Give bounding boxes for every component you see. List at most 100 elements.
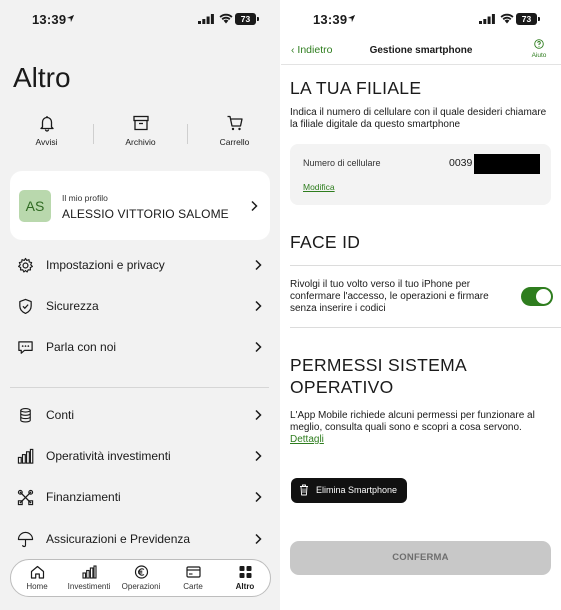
- menu-item-label: Impostazioni e privacy: [46, 258, 165, 272]
- status-time: 13:39: [32, 12, 67, 27]
- branch-text: Indica il numero di cellulare con il qua…: [290, 107, 547, 130]
- menu-item-impostazioni[interactable]: Impostazioni e privacy: [0, 250, 280, 280]
- menu-item-parla-con-noi[interactable]: Parla con noi: [0, 332, 280, 362]
- edit-link[interactable]: Modifica: [303, 182, 335, 192]
- battery-indicator: 73: [235, 13, 256, 25]
- phone-label: Numero di cellulare: [303, 158, 381, 168]
- face-id-title: FACE ID: [290, 232, 361, 252]
- help-button[interactable]: Aiuto: [529, 39, 549, 59]
- nav-title: Gestione smartphone: [369, 45, 473, 56]
- archive-icon: [132, 115, 149, 131]
- menu-item-label: Finanziamenti: [46, 490, 121, 504]
- quick-action-label: Avvisi: [35, 137, 58, 147]
- permissions-title: PERMESSI SISTEMA OPERATIVO: [290, 355, 466, 397]
- profile-card[interactable]: AS Il mio profilo ALESSIO VITTORIO SALOM…: [10, 171, 270, 240]
- gear-icon: [18, 257, 33, 273]
- tab-operazioni[interactable]: Operazioni: [115, 563, 167, 595]
- cart-icon: [227, 115, 243, 131]
- tab-carte[interactable]: Carte: [167, 563, 219, 595]
- shield-icon: [19, 298, 32, 315]
- battery-indicator: 73: [516, 13, 537, 25]
- help-label: Aiuto: [531, 52, 547, 59]
- quick-action-archivio[interactable]: Archivio: [94, 112, 187, 162]
- signal-icon: [479, 14, 495, 24]
- permissions-text: L'App Mobile richiede alcuni permessi pe…: [290, 410, 535, 433]
- phone-number-card: Numero di cellulare 0039 Modifica: [290, 144, 551, 205]
- tab-label: Investimenti: [67, 582, 111, 591]
- trash-icon: [300, 484, 308, 496]
- tab-bar: Home Investimenti Operazioni Carte Altro: [10, 559, 271, 597]
- chevron-right-icon: [255, 259, 262, 271]
- branch-text-clip: Indica il numero di cellulare con il qua…: [281, 104, 561, 136]
- menu-item-assicurazioni[interactable]: Assicurazioni e Previdenza: [0, 524, 280, 554]
- avatar: AS: [19, 190, 51, 222]
- tab-home[interactable]: Home: [11, 563, 63, 595]
- umbrella-icon: [17, 531, 34, 548]
- branch-title: LA TUA FILIALE: [290, 78, 422, 98]
- quick-action-avvisi[interactable]: Avvisi: [0, 112, 93, 162]
- quick-actions: Avvisi Archivio Carrello: [0, 112, 280, 162]
- nav-divider: [281, 64, 561, 65]
- status-time: 13:39: [313, 12, 348, 27]
- help-icon: [534, 39, 544, 49]
- battery-tip: [538, 17, 540, 21]
- menu-item-sicurezza[interactable]: Sicurezza: [0, 291, 280, 321]
- menu-item-label: Parla con noi: [46, 340, 117, 354]
- profile-subtitle: Il mio profilo: [62, 193, 108, 203]
- quick-action-label: Carrello: [219, 137, 250, 147]
- delete-smartphone-button[interactable]: Elimina Smartphone: [291, 478, 407, 503]
- chat-icon: [18, 341, 33, 354]
- chevron-right-icon: [255, 341, 262, 353]
- menu-item-label: Assicurazioni e Previdenza: [46, 532, 191, 546]
- location-arrow-icon: [66, 14, 75, 23]
- home-icon: [30, 565, 44, 579]
- toggle-knob: [536, 289, 551, 304]
- quick-action-carrello[interactable]: Carrello: [188, 112, 280, 162]
- menu-item-operativita-investimenti[interactable]: Operatività investimenti: [0, 441, 280, 471]
- confirm-button[interactable]: CONFERMA: [290, 541, 551, 575]
- investments-icon: [81, 565, 97, 579]
- chevron-right-icon: [251, 200, 258, 212]
- chevron-right-icon: [255, 533, 262, 545]
- face-id-toggle[interactable]: [521, 287, 553, 306]
- menu-item-finanziamenti[interactable]: Finanziamenti: [0, 482, 280, 512]
- wifi-icon: [219, 13, 233, 24]
- delete-smartphone-label: Elimina Smartphone: [316, 485, 398, 495]
- menu-item-label: Sicurezza: [46, 299, 99, 313]
- coins-stack-icon: [20, 408, 31, 423]
- nav-bar: ‹ Indietro Gestione smartphone Aiuto: [281, 36, 561, 64]
- altro-screen: 13:39 73 Altro Avvisi Archivio Carrello …: [0, 0, 280, 610]
- status-bar: 13:39 73: [281, 0, 561, 40]
- card-icon: [185, 566, 201, 578]
- section-divider: [290, 265, 561, 266]
- tab-label: Altro: [235, 582, 255, 591]
- bell-icon: [39, 116, 54, 132]
- tab-label: Operazioni: [121, 582, 161, 591]
- permissions-text-block: L'App Mobile richiede alcuni permessi pe…: [290, 410, 552, 446]
- face-id-text: Rivolgi il tuo volto verso il tuo iPhone…: [290, 279, 489, 314]
- chevron-right-icon: [255, 450, 262, 462]
- battery-tip: [257, 17, 259, 21]
- menu-item-label: Operatività investimenti: [46, 449, 171, 463]
- chevron-right-icon: [255, 409, 262, 421]
- page-title: Altro: [13, 62, 71, 93]
- section-divider: [10, 387, 269, 388]
- wifi-icon: [500, 13, 514, 24]
- bar-chart-icon: [17, 448, 34, 464]
- chevron-right-icon: [255, 300, 262, 312]
- tab-altro[interactable]: Altro: [219, 563, 271, 595]
- tab-investimenti[interactable]: Investimenti: [63, 563, 115, 595]
- chevron-right-icon: [255, 491, 262, 503]
- section-divider: [290, 327, 561, 328]
- profile-name: ALESSIO VITTORIO SALOME: [62, 207, 229, 221]
- euro-icon: [134, 565, 148, 579]
- status-bar: 13:39 73: [0, 0, 280, 40]
- tab-label: Home: [26, 582, 48, 591]
- location-arrow-icon: [347, 14, 356, 23]
- menu-item-conti[interactable]: Conti: [0, 400, 280, 430]
- details-link[interactable]: Dettagli: [290, 434, 324, 445]
- grid-icon: [239, 566, 251, 578]
- tab-label: Carte: [183, 582, 203, 591]
- menu-item-label: Conti: [46, 408, 75, 422]
- quick-action-label: Archivio: [125, 137, 156, 147]
